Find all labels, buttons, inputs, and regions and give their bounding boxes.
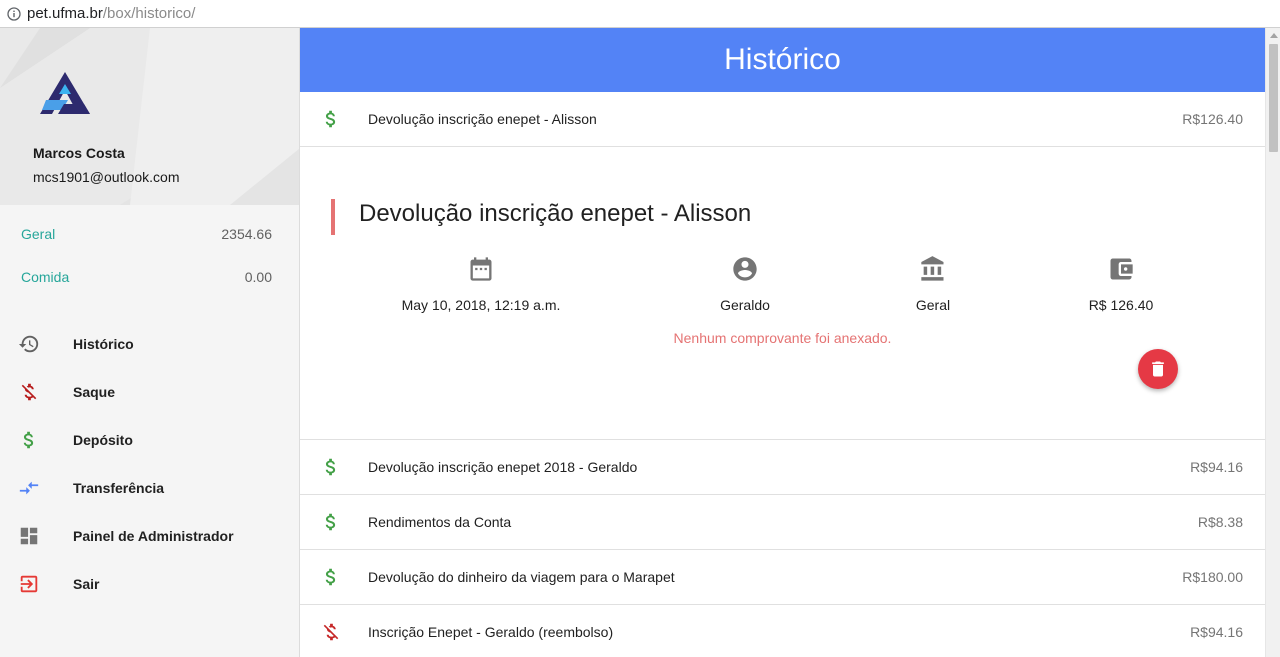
url-text[interactable]: pet.ufma.br/box/historico/ bbox=[27, 5, 195, 22]
address-bar[interactable]: pet.ufma.br/box/historico/ bbox=[0, 0, 1280, 28]
dollar-icon bbox=[18, 429, 40, 451]
nav-label: Histórico bbox=[73, 336, 134, 352]
nav-label: Saque bbox=[73, 384, 116, 400]
delete-button[interactable] bbox=[1138, 349, 1178, 389]
no-receipt-message: Nenhum comprovante foi anexado. bbox=[673, 330, 892, 346]
detail-user-text: Geraldo bbox=[720, 297, 770, 313]
dollar-icon bbox=[320, 108, 342, 130]
row-amount: R$180.00 bbox=[1182, 569, 1243, 585]
balance-value: 0.00 bbox=[244, 268, 272, 285]
detail-accent-bar bbox=[331, 199, 335, 235]
balance-label: Comida bbox=[21, 268, 70, 285]
detail-user: Geraldo bbox=[645, 255, 845, 313]
detail-account: Geral bbox=[833, 255, 1033, 313]
exit-icon bbox=[18, 573, 40, 595]
dollar-icon bbox=[320, 456, 342, 478]
detail-date: May 10, 2018, 12:19 a.m. bbox=[381, 255, 581, 313]
profile-card: Marcos Costa mcs1901@outlook.com bbox=[0, 28, 299, 205]
nav-item-painel[interactable]: Painel de Administrador bbox=[0, 512, 299, 560]
row-amount: R$94.16 bbox=[1190, 459, 1243, 475]
history-row[interactable]: Devolução do dinheiro da viagem para o M… bbox=[300, 550, 1265, 605]
row-description: Devolução do dinheiro da viagem para o M… bbox=[368, 569, 675, 585]
row-amount: R$8.38 bbox=[1197, 514, 1243, 530]
balance-label: Geral bbox=[21, 225, 56, 242]
nav-label: Painel de Administrador bbox=[73, 528, 234, 544]
url-path: /box/historico/ bbox=[102, 5, 196, 22]
nav-label: Sair bbox=[73, 576, 100, 592]
detail-date-text: May 10, 2018, 12:19 a.m. bbox=[401, 297, 561, 313]
dashboard-icon bbox=[18, 525, 40, 547]
history-icon bbox=[18, 333, 40, 355]
detail-account-text: Geral bbox=[915, 297, 951, 313]
nav-label: Transferência bbox=[73, 480, 165, 496]
app-logo bbox=[40, 72, 90, 114]
nav-item-transferencia[interactable]: Transferência bbox=[0, 464, 299, 512]
scroll-up-arrow-icon[interactable] bbox=[1270, 33, 1278, 38]
row-amount: R$126.40 bbox=[1182, 111, 1243, 127]
nav-item-saque[interactable]: Saque bbox=[0, 368, 299, 416]
detail-title: Devolução inscrição enepet - Alisson bbox=[359, 200, 752, 227]
user-email: mcs1901@outlook.com bbox=[33, 169, 180, 185]
balance-geral: Geral 2354.66 bbox=[0, 212, 299, 255]
balance-comida: Comida 0.00 bbox=[0, 255, 299, 298]
dollar-icon bbox=[320, 511, 342, 533]
history-row[interactable]: Rendimentos da Conta R$8.38 bbox=[300, 495, 1265, 550]
account-circle-icon bbox=[733, 257, 757, 281]
sidebar-nav: Histórico Saque Depósito Transferência P… bbox=[0, 320, 299, 608]
main-content: Histórico Devolução inscrição enepet - A… bbox=[300, 28, 1265, 657]
wallet-icon bbox=[1110, 258, 1133, 280]
row-description: Rendimentos da Conta bbox=[368, 514, 512, 530]
detail-amount-text: R$ 126.40 bbox=[1088, 297, 1154, 313]
info-icon[interactable] bbox=[7, 6, 21, 21]
url-host: pet.ufma.br bbox=[27, 5, 103, 22]
nav-item-historico[interactable]: Histórico bbox=[0, 320, 299, 368]
transaction-detail: Devolução inscrição enepet - Alisson May… bbox=[300, 147, 1265, 440]
balance-value: 2354.66 bbox=[221, 225, 272, 242]
money-off-icon bbox=[320, 621, 342, 643]
history-row[interactable]: Devolução inscrição enepet 2018 - Gerald… bbox=[300, 440, 1265, 495]
row-description: Inscrição Enepet - Geraldo (reembolso) bbox=[368, 624, 614, 640]
row-amount: R$94.16 bbox=[1190, 624, 1243, 640]
money-off-icon bbox=[18, 381, 40, 403]
page-scrollbar[interactable] bbox=[1265, 28, 1280, 657]
dollar-icon bbox=[320, 566, 342, 588]
detail-amount: R$ 126.40 bbox=[1021, 255, 1221, 313]
history-row[interactable]: Inscrição Enepet - Geraldo (reembolso) R… bbox=[300, 605, 1265, 657]
nav-label: Depósito bbox=[73, 432, 133, 448]
page-title: Histórico bbox=[724, 43, 841, 76]
row-description: Devolução inscrição enepet 2018 - Gerald… bbox=[368, 459, 638, 475]
page-header: Histórico bbox=[300, 28, 1265, 92]
bank-icon bbox=[921, 256, 944, 281]
nav-item-sair[interactable]: Sair bbox=[0, 560, 299, 608]
transfer-icon bbox=[18, 477, 40, 499]
history-row-selected[interactable]: Devolução inscrição enepet - Alisson R$1… bbox=[300, 92, 1265, 147]
nav-item-deposito[interactable]: Depósito bbox=[0, 416, 299, 464]
trash-icon bbox=[1152, 361, 1164, 377]
sidebar: Marcos Costa mcs1901@outlook.com Geral 2… bbox=[0, 28, 300, 657]
user-name: Marcos Costa bbox=[33, 145, 125, 161]
scrollbar-thumb[interactable] bbox=[1269, 44, 1278, 152]
calendar-icon bbox=[470, 257, 492, 281]
row-description: Devolução inscrição enepet - Alisson bbox=[368, 111, 597, 127]
